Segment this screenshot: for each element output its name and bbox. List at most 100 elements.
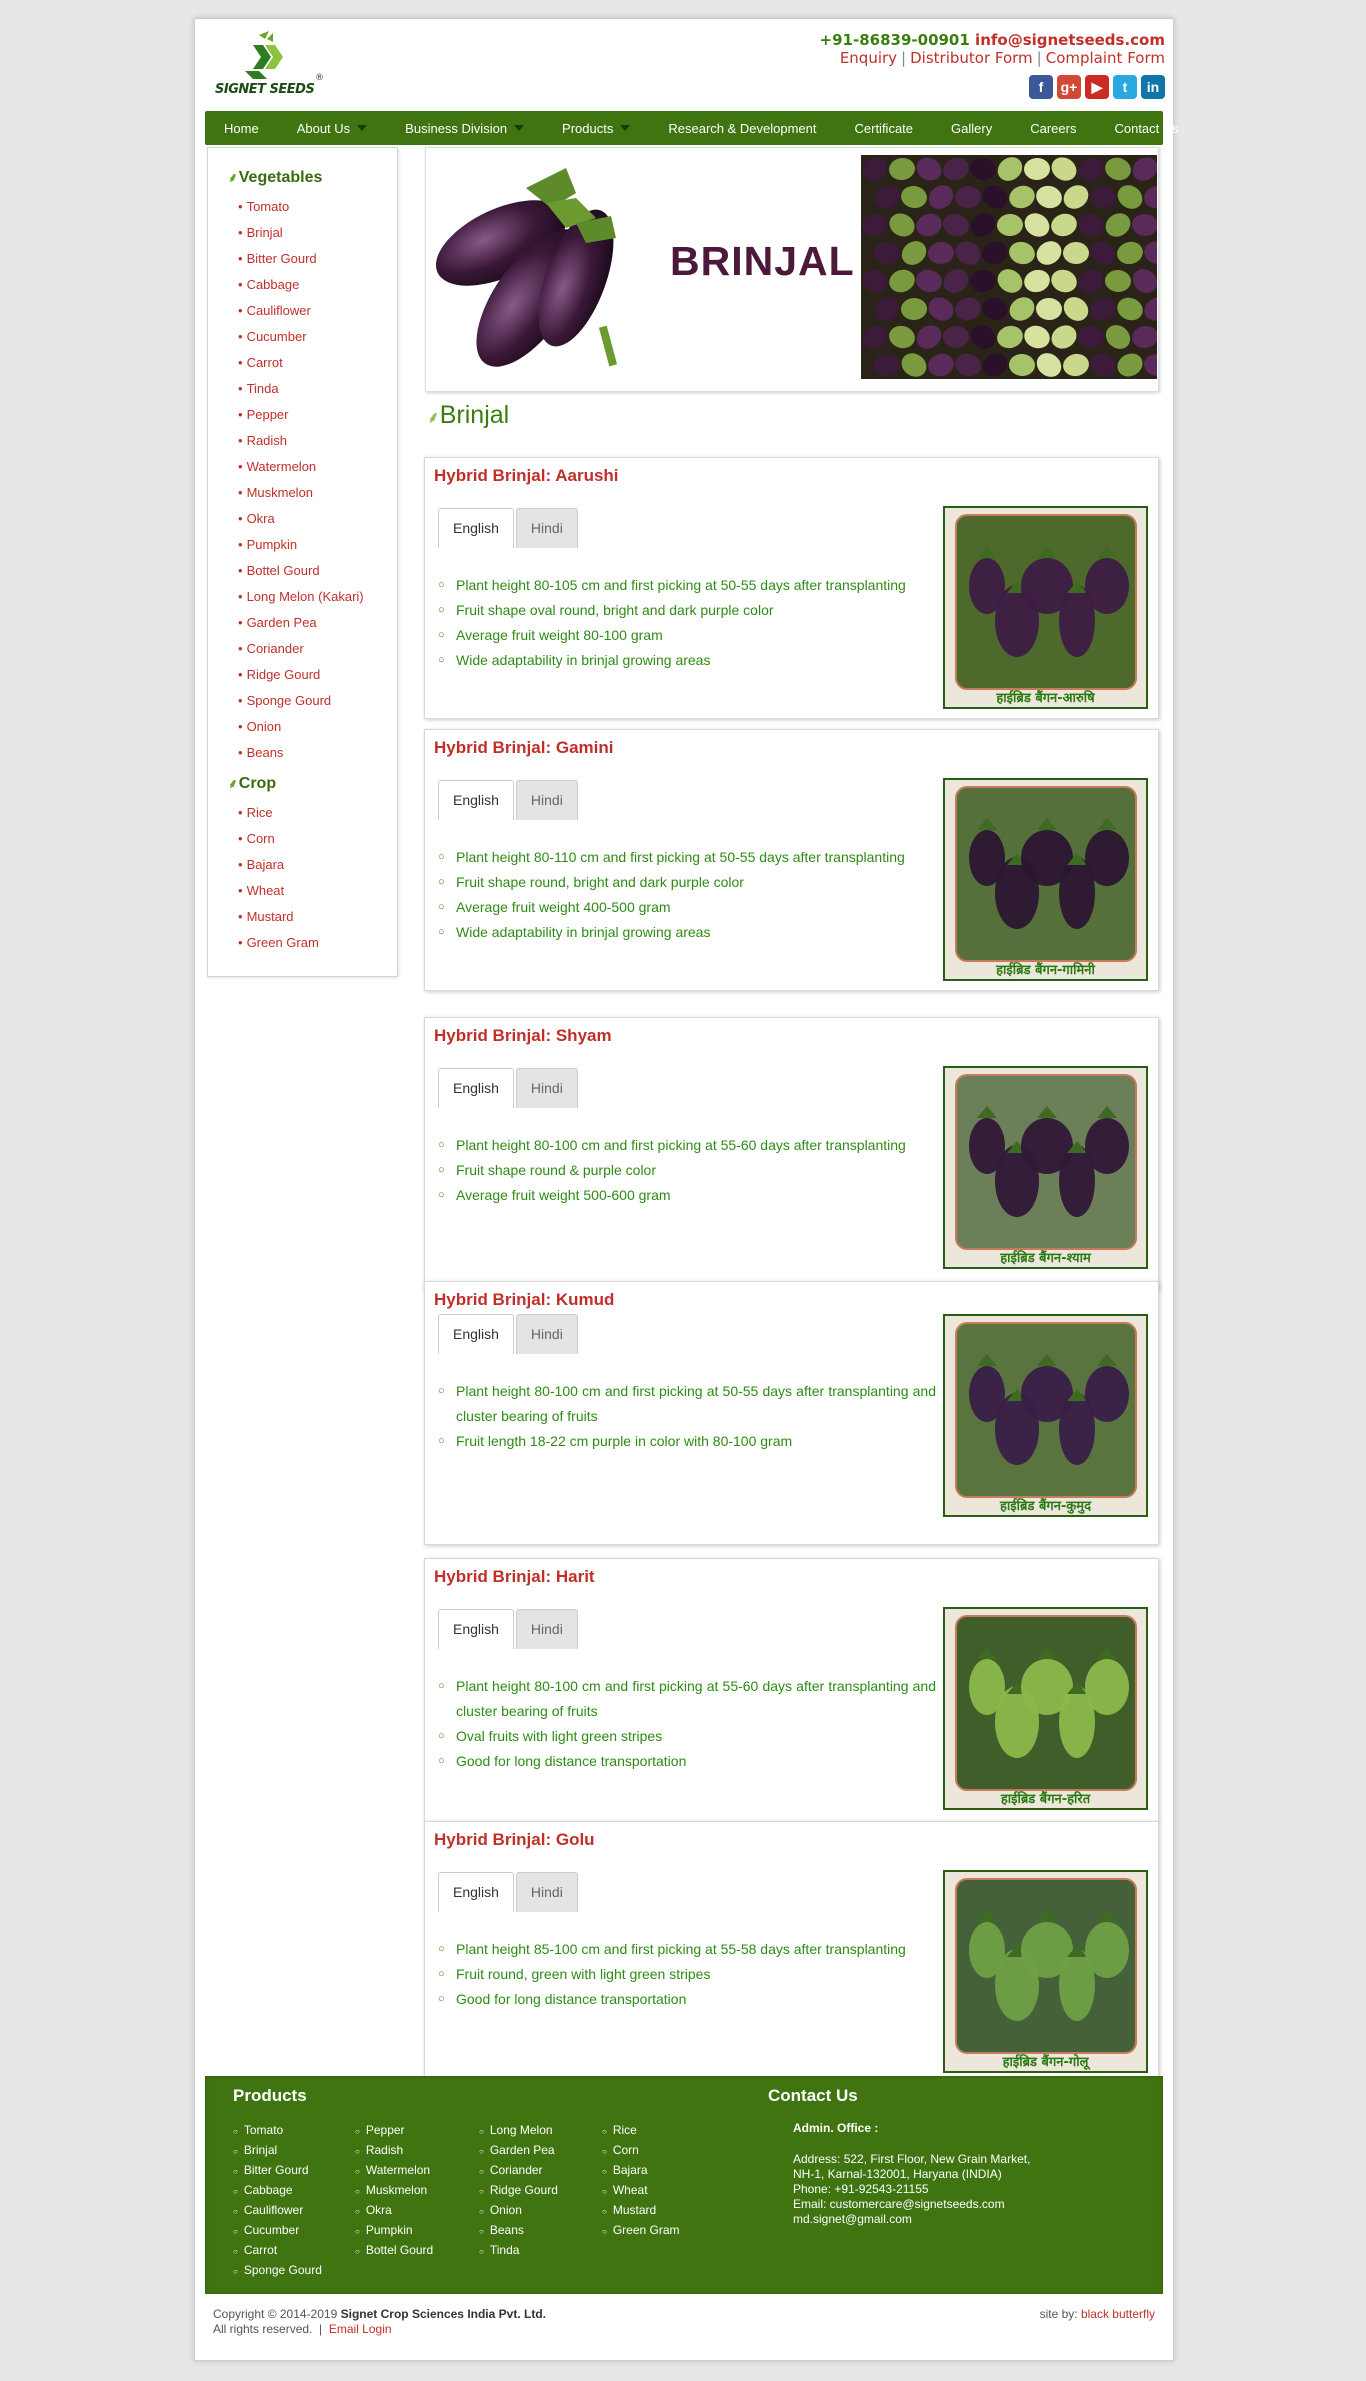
twitter-icon[interactable]: t xyxy=(1113,75,1137,99)
sidebar-item-muskmelon[interactable]: • Muskmelon xyxy=(238,480,364,506)
sidebar-item-sponge-gourd[interactable]: • Sponge Gourd xyxy=(238,688,364,714)
nav-home[interactable]: Home xyxy=(205,121,278,136)
sidebar-item-tinda[interactable]: • Tinda xyxy=(238,376,364,402)
sidebar-item-beans[interactable]: • Beans xyxy=(238,740,364,766)
sidebar-item-cauliflower[interactable]: • Cauliflower xyxy=(238,298,364,324)
sidebar-item-bajara[interactable]: • Bajara xyxy=(238,852,319,878)
product-image[interactable]: हाईब्रिड बैंगन-श्याम xyxy=(943,1066,1148,1269)
product-image[interactable]: हाईब्रिड बैंगन-आरुषि xyxy=(943,506,1148,709)
footer-link-carrot[interactable]: ○ Carrot xyxy=(233,2240,322,2260)
footer-link-bitter-gourd[interactable]: ○ Bitter Gourd xyxy=(233,2160,322,2180)
header-phone[interactable]: +91-86839-00901 xyxy=(820,31,970,49)
sidebar-item-carrot[interactable]: • Carrot xyxy=(238,350,364,376)
footer-link-brinjal[interactable]: ○ Brinjal xyxy=(233,2140,322,2160)
nav-careers[interactable]: Careers xyxy=(1011,121,1095,136)
sidebar-item-label: Okra xyxy=(246,511,275,526)
sidebar-item-watermelon[interactable]: • Watermelon xyxy=(238,454,364,480)
sidebar-item-coriander[interactable]: • Coriander xyxy=(238,636,364,662)
youtube-icon[interactable]: ▶ xyxy=(1085,75,1109,99)
footer-link-okra[interactable]: ○ Okra xyxy=(355,2200,433,2220)
product-image[interactable]: हाईब्रिड बैंगन-गामिनी xyxy=(943,778,1148,981)
footer-link-sponge-gourd[interactable]: ○ Sponge Gourd xyxy=(233,2260,322,2280)
tab-hindi[interactable]: Hindi xyxy=(515,1068,578,1108)
footer-link-pumpkin[interactable]: ○ Pumpkin xyxy=(355,2220,433,2240)
tab-hindi[interactable]: Hindi xyxy=(515,780,578,820)
site-logo[interactable]: SIGNET SEEDS ® xyxy=(215,29,324,107)
site-by-link[interactable]: black butterfly xyxy=(1081,2307,1155,2321)
sidebar-item-long-melon-kakari[interactable]: • Long Melon (Kakari) xyxy=(238,584,364,610)
bullet-icon: • xyxy=(238,563,243,578)
footer-link-mustard[interactable]: ○ Mustard xyxy=(602,2200,680,2220)
sidebar-item-garden-pea[interactable]: • Garden Pea xyxy=(238,610,364,636)
sidebar-item-tomato[interactable]: • Tomato xyxy=(238,194,364,220)
footer-link-green-gram[interactable]: ○ Green Gram xyxy=(602,2220,680,2240)
nav-business-division[interactable]: Business Division xyxy=(386,121,543,136)
enquiry-link[interactable]: Enquiry xyxy=(840,49,897,67)
footer-link-watermelon[interactable]: ○ Watermelon xyxy=(355,2160,433,2180)
footer-link-beans[interactable]: ○ Beans xyxy=(479,2220,558,2240)
google-plus-icon[interactable]: g+ xyxy=(1057,75,1081,99)
tab-english[interactable]: English xyxy=(438,1068,514,1108)
tab-hindi[interactable]: Hindi xyxy=(515,1314,578,1354)
tab-hindi[interactable]: Hindi xyxy=(515,508,578,548)
footer-link-cabbage[interactable]: ○ Cabbage xyxy=(233,2180,322,2200)
footer-link-bottel-gourd[interactable]: ○ Bottel Gourd xyxy=(355,2240,433,2260)
sidebar-item-ridge-gourd[interactable]: • Ridge Gourd xyxy=(238,662,364,688)
sidebar-item-mustard[interactable]: • Mustard xyxy=(238,904,319,930)
linkedin-icon[interactable]: in xyxy=(1141,75,1165,99)
sidebar-item-rice[interactable]: • Rice xyxy=(238,800,319,826)
footer-link-onion[interactable]: ○ Onion xyxy=(479,2200,558,2220)
sidebar-item-onion[interactable]: • Onion xyxy=(238,714,364,740)
distributor-form-link[interactable]: Distributor Form xyxy=(910,49,1033,67)
sidebar-item-bottel-gourd[interactable]: • Bottel Gourd xyxy=(238,558,364,584)
footer-link-coriander[interactable]: ○ Coriander xyxy=(479,2160,558,2180)
nav-research-development[interactable]: Research & Development xyxy=(649,121,835,136)
header-email[interactable]: info@signetseeds.com xyxy=(975,31,1165,49)
tab-english[interactable]: English xyxy=(438,1872,514,1912)
nav-gallery[interactable]: Gallery xyxy=(932,121,1011,136)
sidebar-item-brinjal[interactable]: • Brinjal xyxy=(238,220,364,246)
tab-hindi[interactable]: Hindi xyxy=(515,1609,578,1649)
tab-english[interactable]: English xyxy=(438,1314,514,1354)
nav-products[interactable]: Products xyxy=(543,121,649,136)
footer-link-corn[interactable]: ○ Corn xyxy=(602,2140,680,2160)
nav-certificate[interactable]: Certificate xyxy=(836,121,933,136)
nav-about-us[interactable]: About Us xyxy=(278,121,386,136)
tab-english[interactable]: English xyxy=(438,508,514,548)
footer-link-cucumber[interactable]: ○ Cucumber xyxy=(233,2220,322,2240)
complaint-form-link[interactable]: Complaint Form xyxy=(1046,49,1165,67)
footer-link-muskmelon[interactable]: ○ Muskmelon xyxy=(355,2180,433,2200)
footer-link-label: Carrot xyxy=(243,2243,278,2257)
product-photo xyxy=(955,1322,1137,1498)
tab-english[interactable]: English xyxy=(438,780,514,820)
footer-link-wheat[interactable]: ○ Wheat xyxy=(602,2180,680,2200)
product-image[interactable]: हाईब्रिड बैंगन-कुमुद xyxy=(943,1314,1148,1517)
footer-link-rice[interactable]: ○ Rice xyxy=(602,2120,680,2140)
footer-link-tinda[interactable]: ○ Tinda xyxy=(479,2240,558,2260)
footer-link-garden-pea[interactable]: ○ Garden Pea xyxy=(479,2140,558,2160)
footer-link-bajara[interactable]: ○ Bajara xyxy=(602,2160,680,2180)
sidebar-item-corn[interactable]: • Corn xyxy=(238,826,319,852)
sidebar-item-radish[interactable]: • Radish xyxy=(238,428,364,454)
sidebar-item-green-gram[interactable]: • Green Gram xyxy=(238,930,319,956)
sidebar-item-okra[interactable]: • Okra xyxy=(238,506,364,532)
email-login-link[interactable]: Email Login xyxy=(329,2322,392,2336)
footer-link-tomato[interactable]: ○ Tomato xyxy=(233,2120,322,2140)
sidebar-item-pumpkin[interactable]: • Pumpkin xyxy=(238,532,364,558)
product-image[interactable]: हाईब्रिड बैंगन-गोलू xyxy=(943,1870,1148,2073)
facebook-icon[interactable]: f xyxy=(1029,75,1053,99)
sidebar-item-pepper[interactable]: • Pepper xyxy=(238,402,364,428)
footer-link-pepper[interactable]: ○ Pepper xyxy=(355,2120,433,2140)
footer-link-long-melon[interactable]: ○ Long Melon xyxy=(479,2120,558,2140)
nav-contact-us[interactable]: Contact Us xyxy=(1095,121,1197,136)
tab-english[interactable]: English xyxy=(438,1609,514,1649)
sidebar-item-cabbage[interactable]: • Cabbage xyxy=(238,272,364,298)
footer-link-ridge-gourd[interactable]: ○ Ridge Gourd xyxy=(479,2180,558,2200)
footer-link-cauliflower[interactable]: ○ Cauliflower xyxy=(233,2200,322,2220)
sidebar-item-bitter-gourd[interactable]: • Bitter Gourd xyxy=(238,246,364,272)
tab-hindi[interactable]: Hindi xyxy=(515,1872,578,1912)
footer-link-radish[interactable]: ○ Radish xyxy=(355,2140,433,2160)
product-image[interactable]: हाईब्रिड बैंगन-हरित xyxy=(943,1607,1148,1810)
sidebar-item-cucumber[interactable]: • Cucumber xyxy=(238,324,364,350)
sidebar-item-wheat[interactable]: • Wheat xyxy=(238,878,319,904)
